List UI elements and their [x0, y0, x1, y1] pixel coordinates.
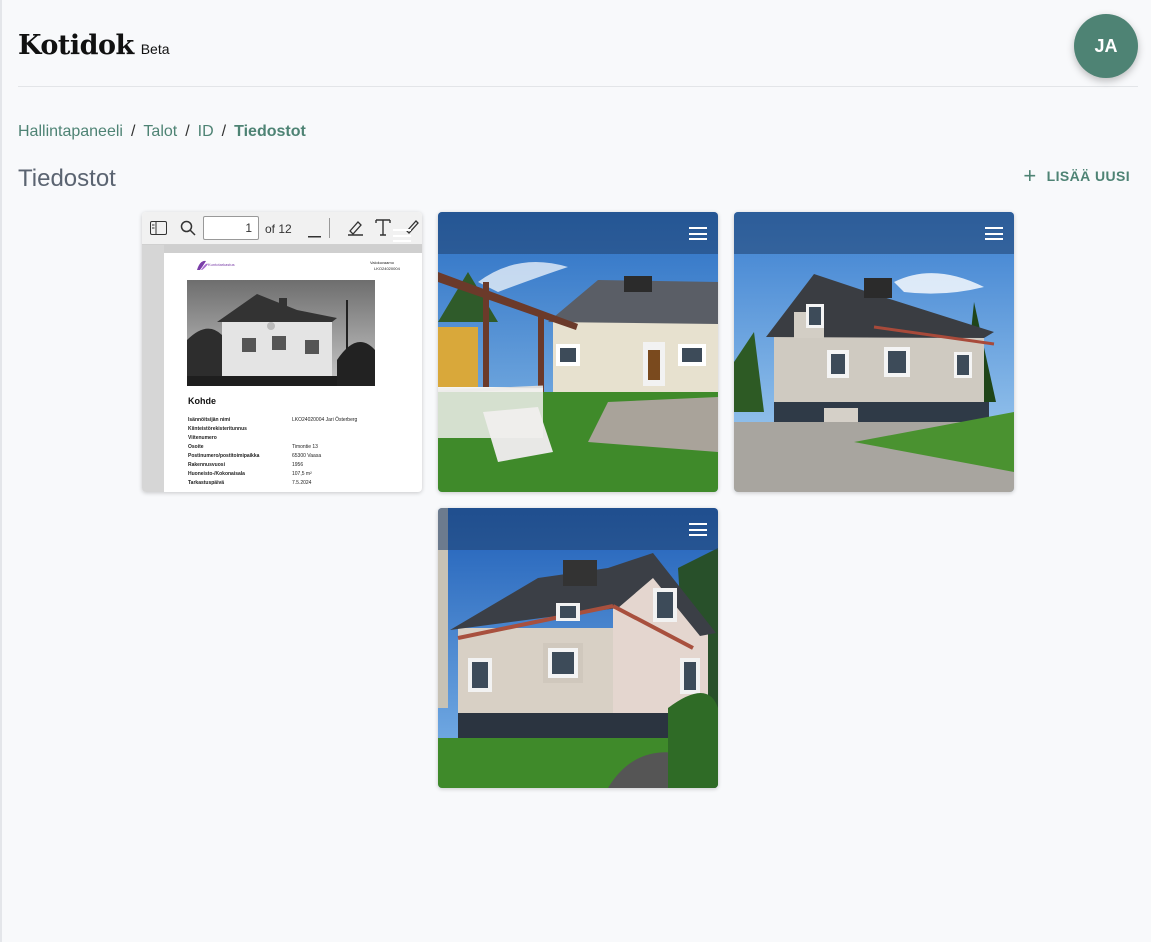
card-menu-icon[interactable]	[985, 227, 1003, 240]
file-card-image[interactable]	[438, 508, 718, 788]
user-avatar[interactable]: JA	[1074, 14, 1138, 78]
beta-badge: Beta	[140, 41, 170, 57]
doc-row-value: LKO24020004 Jari Österberg	[292, 417, 358, 423]
text-tool-icon[interactable]	[375, 218, 391, 239]
doc-row-label: Tarkastuspäivä	[188, 480, 225, 486]
house-photo-corner	[438, 508, 718, 788]
doc-row-label: Osoite	[188, 444, 204, 450]
house-photo-side	[734, 212, 1014, 492]
toolbar-divider	[329, 218, 330, 241]
doc-row-label: Viitenumero	[188, 435, 217, 441]
doc-row-value: 65300 Vaasa	[292, 453, 322, 459]
doc-row-value: 107,5 m²	[292, 471, 312, 477]
breadcrumb-link-id[interactable]: ID	[198, 123, 214, 141]
doc-row-label: Isännöitsijän nimi	[188, 417, 231, 423]
page-number-input[interactable]: 1	[203, 216, 259, 240]
file-card-image[interactable]	[734, 212, 1014, 492]
file-card-image[interactable]	[438, 212, 718, 492]
file-card-pdf[interactable]: 1 of 12 Kuntotarkastus Valokuvaamo LKO24…	[142, 212, 422, 492]
doc-row-label: Kiinteistörekisteritunnus	[188, 426, 247, 432]
pdf-page: Kuntotarkastus Valokuvaamo LKO24020004 +	[164, 245, 422, 492]
doc-row-label: Rakennusvuosi	[188, 462, 225, 468]
search-icon[interactable]	[180, 220, 196, 239]
left-border	[0, 0, 2, 942]
doc-row-label: Huoneisto-/Kokonaisala	[188, 471, 245, 477]
page-top-strip	[164, 245, 422, 253]
breadcrumb-separator: /	[185, 123, 190, 140]
logo-text: Kotidok	[18, 30, 134, 61]
doc-header-right-1: Valokuvaamo	[370, 260, 394, 265]
card-menu-icon[interactable]	[689, 523, 707, 536]
card-overlay	[438, 508, 718, 550]
doc-row-value: 7.5.2024	[292, 480, 312, 486]
page-count: of 12	[265, 222, 292, 236]
zoom-out-icon[interactable]	[308, 227, 321, 241]
top-bar: Kotidok Beta JA	[18, 0, 1138, 87]
plus-icon: +	[1023, 163, 1037, 188]
breadcrumb-link-dashboard[interactable]: Hallintapaneeli	[18, 123, 123, 141]
app-logo[interactable]: Kotidok Beta	[18, 30, 170, 61]
add-new-label: LISÄÄ UUSI	[1046, 168, 1130, 184]
card-menu-icon[interactable]	[393, 229, 411, 242]
pdf-house-photo	[187, 280, 375, 386]
card-overlay	[734, 212, 1014, 254]
card-overlay	[438, 212, 718, 254]
sidebar-toggle-icon[interactable]	[150, 221, 167, 238]
doc-row-value: 1956	[292, 462, 304, 468]
doc-header-right-2: LKO24020004	[374, 266, 400, 271]
add-new-button[interactable]: + LISÄÄ UUSI	[1023, 163, 1130, 188]
doc-section-heading: Kohde	[188, 396, 216, 406]
breadcrumb-separator: /	[221, 123, 227, 140]
house-photo-front	[438, 212, 718, 492]
breadcrumb-link-houses[interactable]: Talot	[143, 123, 177, 141]
doc-row-value: Timontie 13	[292, 444, 318, 450]
breadcrumb-separator: /	[130, 123, 136, 140]
breadcrumb: Hallintapaneeli / Talot / ID / Tiedostot	[18, 123, 306, 141]
card-menu-icon[interactable]	[689, 227, 707, 240]
pdf-toolbar: 1 of 12	[142, 212, 422, 245]
pdf-viewport[interactable]: Kuntotarkastus Valokuvaamo LKO24020004 +	[142, 245, 422, 492]
logo-caption: Kuntotarkastus	[208, 262, 235, 267]
doc-row-label: Postinumero/postitoimipaikka	[188, 453, 260, 459]
highlight-icon[interactable]	[347, 219, 364, 239]
breadcrumb-current: Tiedostot	[234, 123, 306, 140]
page-title: Tiedostot	[18, 165, 116, 192]
